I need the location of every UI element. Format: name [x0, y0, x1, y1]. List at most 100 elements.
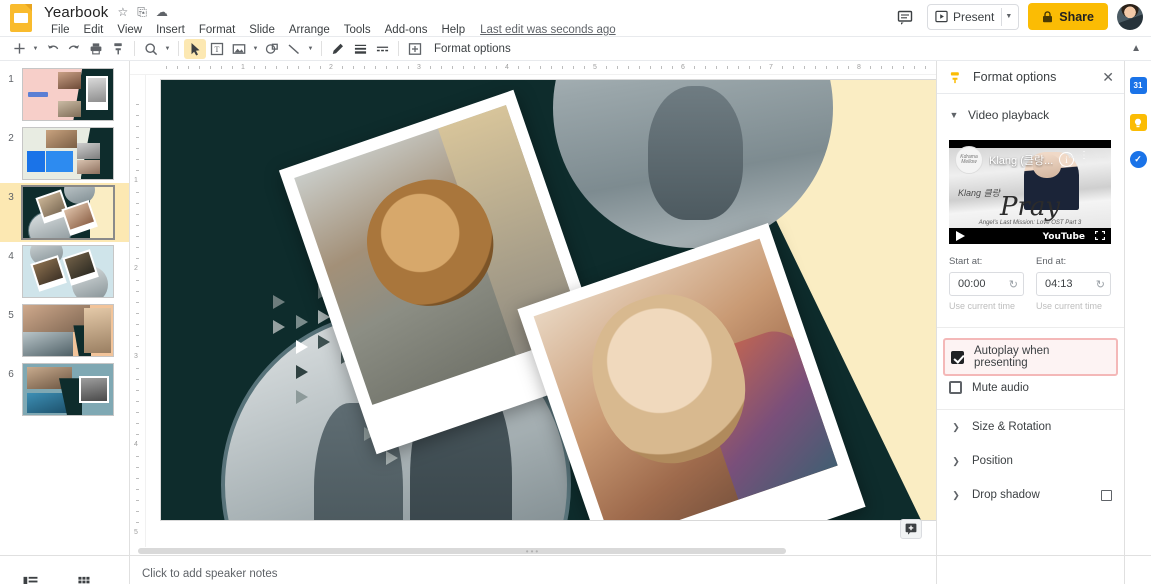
printer-icon[interactable] [85, 39, 107, 59]
end-use-current-time[interactable]: Use current time [1036, 301, 1111, 311]
zoom-dropdown[interactable]: ▼ [162, 46, 173, 52]
autoplay-checkbox[interactable] [951, 351, 964, 364]
play-icon[interactable] [956, 231, 965, 241]
share-button[interactable]: Share [1028, 3, 1108, 30]
comment-history-icon[interactable] [892, 4, 918, 30]
format-options-panel: Format options ✕ ▼ Video playback Kdrama… [936, 61, 1124, 555]
close-icon[interactable]: ✕ [1102, 70, 1114, 84]
user-avatar[interactable] [1117, 4, 1143, 30]
thumbnail-slide-5[interactable]: 5 [0, 301, 129, 360]
video-playback-header[interactable]: ▼ Video playback [947, 104, 1112, 126]
thumb-canvas-3 [22, 186, 114, 239]
thumb-number: 4 [0, 245, 22, 262]
line-weight-icon[interactable] [349, 39, 371, 59]
chevron-up-icon[interactable]: ▲ [1131, 43, 1141, 54]
toolbar-divider-4 [398, 41, 399, 56]
start-at-input[interactable]: 00:00 ↻ [949, 272, 1024, 296]
end-at-group: End at: 04:13 ↻ Use current time [1036, 256, 1111, 311]
move-to-folder-icon[interactable]: ⎘ [137, 6, 147, 18]
video-song-title: Pray [949, 192, 1111, 222]
insert-image-dropdown[interactable]: ▼ [250, 46, 261, 52]
grid-view-wrap[interactable] [76, 574, 92, 584]
new-slide-dropdown[interactable]: ▼ [30, 46, 41, 52]
present-label: Present [953, 10, 994, 24]
thumbnail-slide-4[interactable]: 4 [0, 242, 129, 301]
end-at-input[interactable]: 04:13 ↻ [1036, 272, 1111, 296]
drop-shadow-section[interactable]: ❯ Drop shadow [937, 478, 1124, 512]
canvas-zone: 123456789 12345 [130, 61, 936, 555]
start-use-current-time[interactable]: Use current time [949, 301, 1024, 311]
drop-shadow-label: Drop shadow [972, 489, 1090, 501]
format-options-icon [949, 70, 964, 85]
video-preview-thumbnail[interactable]: Kdrama Mellow Klang (클랑... i ⋮ Watch lat… [949, 140, 1111, 244]
chevron-down-icon: ▼ [949, 110, 959, 120]
google-calendar-icon[interactable]: 31 [1130, 77, 1147, 94]
image-icon[interactable] [228, 39, 250, 59]
mute-audio-row[interactable]: Mute audio [937, 376, 1124, 399]
drop-shadow-checkbox[interactable] [1101, 490, 1112, 501]
last-edit-link[interactable]: Last edit was seconds ago [480, 24, 616, 36]
speaker-notes-area[interactable]: Click to add speaker notes [130, 556, 936, 584]
canvas-horizontal-scrollbar[interactable] [138, 548, 786, 554]
thumbnail-slide-6[interactable]: 6 [0, 360, 129, 419]
fullscreen-icon[interactable] [1095, 231, 1105, 240]
new-slide-button[interactable] [8, 39, 30, 59]
top-right-actions: Present ▼ Share [892, 3, 1143, 30]
google-tasks-icon[interactable]: ✓ [1130, 151, 1147, 168]
present-button[interactable]: Present ▼ [927, 4, 1019, 30]
cursor-arrow-icon[interactable] [184, 39, 206, 59]
toolbar: ▼ ▼ T ▼ ▼ Format options [0, 36, 1151, 60]
shape-icon[interactable] [261, 39, 283, 59]
thumbnail-slide-3[interactable]: 3 [0, 183, 129, 242]
chevron-right-icon: ❯ [951, 490, 961, 501]
youtube-label: YouTube [1043, 232, 1085, 242]
thumbnail-slide-2[interactable]: 2 [0, 124, 129, 183]
current-slide[interactable] [161, 80, 936, 520]
add-comment-button[interactable] [900, 519, 922, 539]
redo-button[interactable] [63, 39, 85, 59]
chevron-right-icon: ❯ [951, 422, 961, 433]
text-box-icon[interactable]: T [206, 39, 228, 59]
video-watch-later-label[interactable]: Watch later Share [1068, 154, 1108, 160]
horizontal-ruler[interactable]: 123456789 [130, 61, 936, 75]
main-area: 1 2 3 [0, 60, 1151, 555]
refresh-icon[interactable]: ↻ [1009, 278, 1018, 291]
slide-editor-area[interactable] [146, 75, 936, 547]
video-bottom-bar [949, 228, 1111, 244]
refresh-icon[interactable]: ↻ [1096, 278, 1105, 291]
magnifier-icon[interactable] [140, 39, 162, 59]
size-and-rotation-section[interactable]: ❯ Size & Rotation [937, 410, 1124, 444]
canvas-scroll-row: ••• [130, 547, 936, 555]
position-label: Position [972, 455, 1112, 467]
paint-format-icon[interactable] [107, 39, 129, 59]
position-section[interactable]: ❯ Position [937, 444, 1124, 478]
thumb-canvas-1 [22, 68, 114, 121]
format-options-toolbar-button[interactable]: Format options [426, 43, 519, 55]
line-dash-icon[interactable] [371, 39, 393, 59]
panel-header: Format options ✕ [937, 61, 1124, 94]
google-keep-icon[interactable] [1130, 114, 1147, 131]
page-title[interactable]: Yearbook [44, 4, 108, 21]
thumb-canvas-6 [22, 363, 114, 416]
line-icon[interactable] [283, 39, 305, 59]
cloud-saved-icon[interactable]: ☁ [156, 6, 168, 18]
video-channel-badge[interactable]: Kdrama Mellow [955, 146, 983, 174]
toolbar-divider-3 [321, 41, 322, 56]
pen-icon[interactable] [327, 39, 349, 59]
line-dropdown[interactable]: ▼ [305, 46, 316, 52]
autoplay-when-presenting-row[interactable]: Autoplay when presenting [943, 338, 1118, 376]
grid-view-icon[interactable] [76, 574, 92, 584]
filmstrip-view-icon[interactable] [22, 574, 38, 584]
add-comment-icon[interactable] [404, 39, 426, 59]
filmstrip-view-wrap[interactable] [22, 574, 38, 584]
star-icon[interactable]: ☆ [117, 6, 128, 18]
thumbnail-slide-1[interactable]: 1 [0, 65, 129, 124]
slide-filmstrip[interactable]: 1 2 3 [0, 61, 130, 555]
toolbar-divider [134, 41, 135, 56]
chevron-down-icon[interactable]: ▼ [1001, 8, 1014, 26]
vertical-ruler[interactable]: 12345 [130, 75, 146, 547]
undo-button[interactable] [41, 39, 63, 59]
thumb-number: 6 [0, 363, 22, 380]
mute-audio-checkbox[interactable] [949, 381, 962, 394]
slides-logo-icon[interactable] [10, 4, 36, 38]
